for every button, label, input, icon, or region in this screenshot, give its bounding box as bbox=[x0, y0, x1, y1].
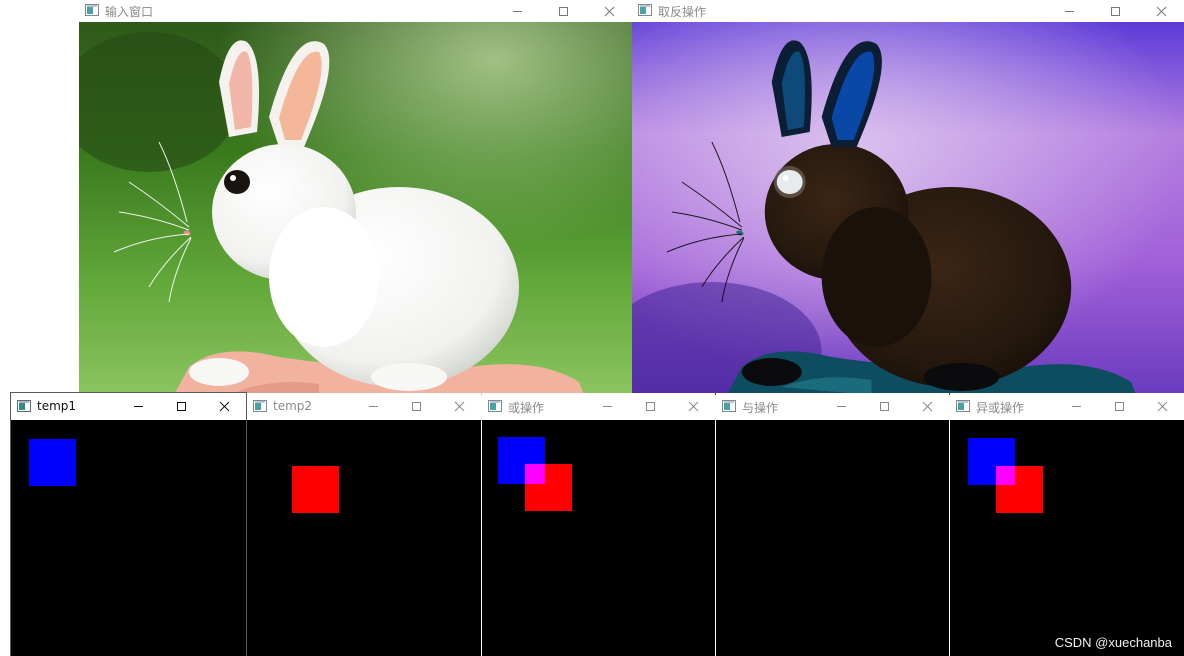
temp1-window-title: temp1 bbox=[37, 399, 77, 413]
minimize-button[interactable] bbox=[1046, 0, 1092, 22]
maximize-button[interactable] bbox=[629, 393, 672, 420]
maximize-icon bbox=[558, 6, 568, 16]
close-icon bbox=[688, 401, 699, 412]
rabbit-photo-inverted bbox=[632, 22, 1184, 395]
blue-square bbox=[29, 439, 76, 486]
or-window[interactable]: 或操作 bbox=[482, 393, 715, 656]
maximize-icon bbox=[880, 402, 889, 411]
minimize-button[interactable] bbox=[586, 393, 629, 420]
maximize-button[interactable] bbox=[1098, 393, 1141, 420]
close-icon bbox=[1156, 6, 1166, 16]
minimize-icon bbox=[837, 406, 846, 407]
close-button[interactable] bbox=[906, 393, 949, 420]
close-icon bbox=[604, 6, 614, 16]
minimize-icon bbox=[369, 406, 378, 407]
minimize-button[interactable] bbox=[1055, 393, 1098, 420]
overlap-region bbox=[525, 464, 545, 484]
temp1-window-titlebar[interactable]: temp1 bbox=[11, 393, 246, 420]
app-icon bbox=[956, 400, 970, 412]
maximize-icon bbox=[646, 402, 655, 411]
and-window-title: 与操作 bbox=[742, 401, 779, 415]
close-button[interactable] bbox=[1141, 393, 1184, 420]
invert-window-title: 取反操作 bbox=[658, 5, 707, 19]
xor-window-title: 异或操作 bbox=[976, 401, 1025, 415]
and-window[interactable]: 与操作 bbox=[716, 393, 949, 656]
window-controls bbox=[820, 393, 949, 420]
invert-window[interactable]: 取反操作 bbox=[632, 0, 1184, 395]
window-controls bbox=[586, 393, 715, 420]
minimize-icon bbox=[134, 406, 143, 407]
xor-window-titlebar[interactable]: 异或操作 bbox=[950, 393, 1184, 420]
minimize-button[interactable] bbox=[494, 0, 540, 22]
close-icon bbox=[922, 401, 933, 412]
maximize-icon bbox=[1115, 402, 1124, 411]
overlap-region bbox=[996, 466, 1015, 485]
window-controls bbox=[1055, 393, 1184, 420]
temp2-window[interactable]: temp2 bbox=[247, 393, 481, 656]
minimize-icon bbox=[1064, 10, 1074, 12]
close-button[interactable] bbox=[1138, 0, 1184, 22]
close-icon bbox=[1157, 401, 1168, 412]
invert-window-canvas bbox=[632, 22, 1184, 395]
input-window[interactable]: 输入窗口 bbox=[79, 0, 632, 395]
input-window-titlebar[interactable]: 输入窗口 bbox=[79, 0, 632, 22]
close-icon bbox=[219, 401, 230, 412]
minimize-icon bbox=[603, 406, 612, 407]
desktop: 输入窗口 取反操作 temp1 temp2 或操作 与操作 异或操作 CSDN … bbox=[0, 0, 1184, 656]
or-window-title: 或操作 bbox=[508, 401, 545, 415]
app-icon bbox=[85, 4, 99, 16]
minimize-button[interactable] bbox=[820, 393, 863, 420]
temp2-window-title: temp2 bbox=[273, 399, 313, 413]
minimize-icon bbox=[512, 10, 522, 12]
close-button[interactable] bbox=[672, 393, 715, 420]
xor-window[interactable]: 异或操作 CSDN @xuechanba bbox=[950, 393, 1184, 656]
temp2-window-titlebar[interactable]: temp2 bbox=[247, 393, 481, 420]
maximize-button[interactable] bbox=[160, 393, 203, 420]
temp1-window-canvas bbox=[11, 420, 246, 656]
and-window-titlebar[interactable]: 与操作 bbox=[716, 393, 949, 420]
temp2-window-canvas bbox=[247, 420, 481, 656]
window-controls bbox=[494, 0, 632, 22]
window-controls bbox=[117, 393, 246, 420]
app-icon bbox=[17, 400, 31, 412]
maximize-button[interactable] bbox=[863, 393, 906, 420]
and-window-canvas bbox=[716, 420, 949, 656]
close-icon bbox=[454, 401, 465, 412]
or-window-canvas bbox=[482, 420, 715, 656]
or-window-titlebar[interactable]: 或操作 bbox=[482, 393, 715, 420]
app-icon bbox=[722, 400, 736, 412]
invert-window-titlebar[interactable]: 取反操作 bbox=[632, 0, 1184, 22]
minimize-button[interactable] bbox=[352, 393, 395, 420]
minimize-button[interactable] bbox=[117, 393, 160, 420]
rabbit-photo bbox=[79, 22, 632, 395]
red-square bbox=[292, 466, 339, 513]
window-controls bbox=[1046, 0, 1184, 22]
app-icon bbox=[488, 400, 502, 412]
close-button[interactable] bbox=[586, 0, 632, 22]
maximize-icon bbox=[412, 402, 421, 411]
maximize-button[interactable] bbox=[540, 0, 586, 22]
input-window-canvas bbox=[79, 22, 632, 395]
app-icon bbox=[253, 400, 267, 412]
temp1-window[interactable]: temp1 bbox=[11, 393, 246, 656]
input-window-title: 输入窗口 bbox=[105, 5, 154, 19]
xor-window-canvas: CSDN @xuechanba bbox=[950, 420, 1184, 656]
close-button[interactable] bbox=[438, 393, 481, 420]
close-button[interactable] bbox=[203, 393, 246, 420]
app-icon bbox=[638, 4, 652, 16]
window-controls bbox=[352, 393, 481, 420]
minimize-icon bbox=[1072, 406, 1081, 407]
maximize-icon bbox=[177, 402, 186, 411]
maximize-icon bbox=[1110, 6, 1120, 16]
maximize-button[interactable] bbox=[1092, 0, 1138, 22]
maximize-button[interactable] bbox=[395, 393, 438, 420]
watermark-text: CSDN @xuechanba bbox=[1054, 635, 1172, 650]
